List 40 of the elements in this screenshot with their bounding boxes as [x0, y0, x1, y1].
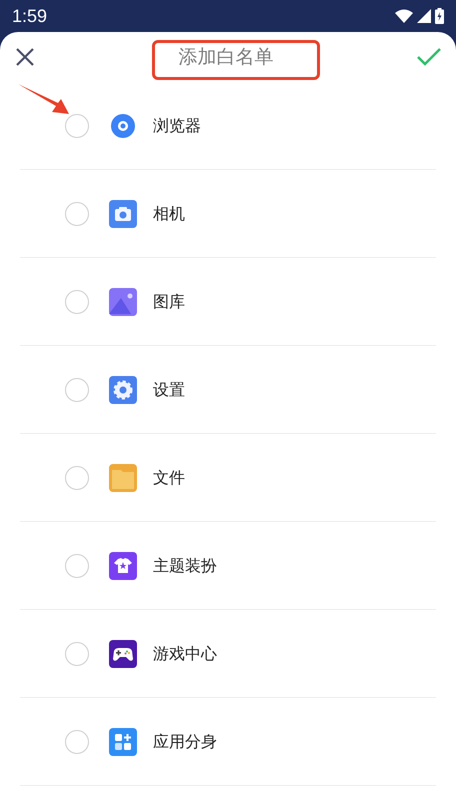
radio-button[interactable]: [65, 642, 89, 666]
grid-plus-icon: [109, 728, 137, 756]
status-time: 1:59: [12, 4, 48, 28]
folder-icon: [109, 464, 137, 492]
app-row[interactable]: 相机: [20, 170, 436, 258]
app-row[interactable]: 设置: [20, 346, 436, 434]
app-name: 浏览器: [153, 114, 201, 136]
close-icon: [15, 47, 35, 67]
app-row[interactable]: 文件: [20, 434, 436, 522]
confirm-button[interactable]: [416, 46, 442, 68]
checkmark-icon: [417, 48, 441, 66]
app-name: 文件: [153, 466, 185, 488]
wifi-icon: [395, 9, 413, 23]
app-name: 图库: [153, 290, 185, 312]
app-name: 设置: [153, 378, 185, 400]
radio-button[interactable]: [65, 114, 89, 138]
app-name: 应用分身: [153, 730, 217, 752]
app-name: 游戏中心: [153, 642, 217, 664]
app-row[interactable]: 应用分身: [20, 698, 436, 786]
close-button[interactable]: [14, 46, 36, 68]
radio-button[interactable]: [65, 554, 89, 578]
app-row[interactable]: 游戏中心: [20, 610, 436, 698]
gear-icon: [109, 376, 137, 404]
camera-icon: [109, 200, 137, 228]
signal-icon: [417, 9, 431, 23]
app-name: 相机: [153, 202, 185, 224]
radio-button[interactable]: [65, 202, 89, 226]
battery-icon: [435, 8, 444, 24]
radio-button[interactable]: [65, 730, 89, 754]
radio-button[interactable]: [65, 378, 89, 402]
app-row[interactable]: 图库: [20, 258, 436, 346]
ring-icon: [109, 112, 137, 140]
header-title: 添加白名单: [178, 44, 274, 70]
radio-button[interactable]: [65, 466, 89, 490]
gamepad-icon: [109, 640, 137, 668]
app-name: 主题装扮: [153, 554, 217, 576]
mountain-picture-icon: [109, 288, 137, 316]
radio-button[interactable]: [65, 290, 89, 314]
tshirt-icon: [109, 552, 137, 580]
app-row[interactable]: 主题装扮: [20, 522, 436, 610]
